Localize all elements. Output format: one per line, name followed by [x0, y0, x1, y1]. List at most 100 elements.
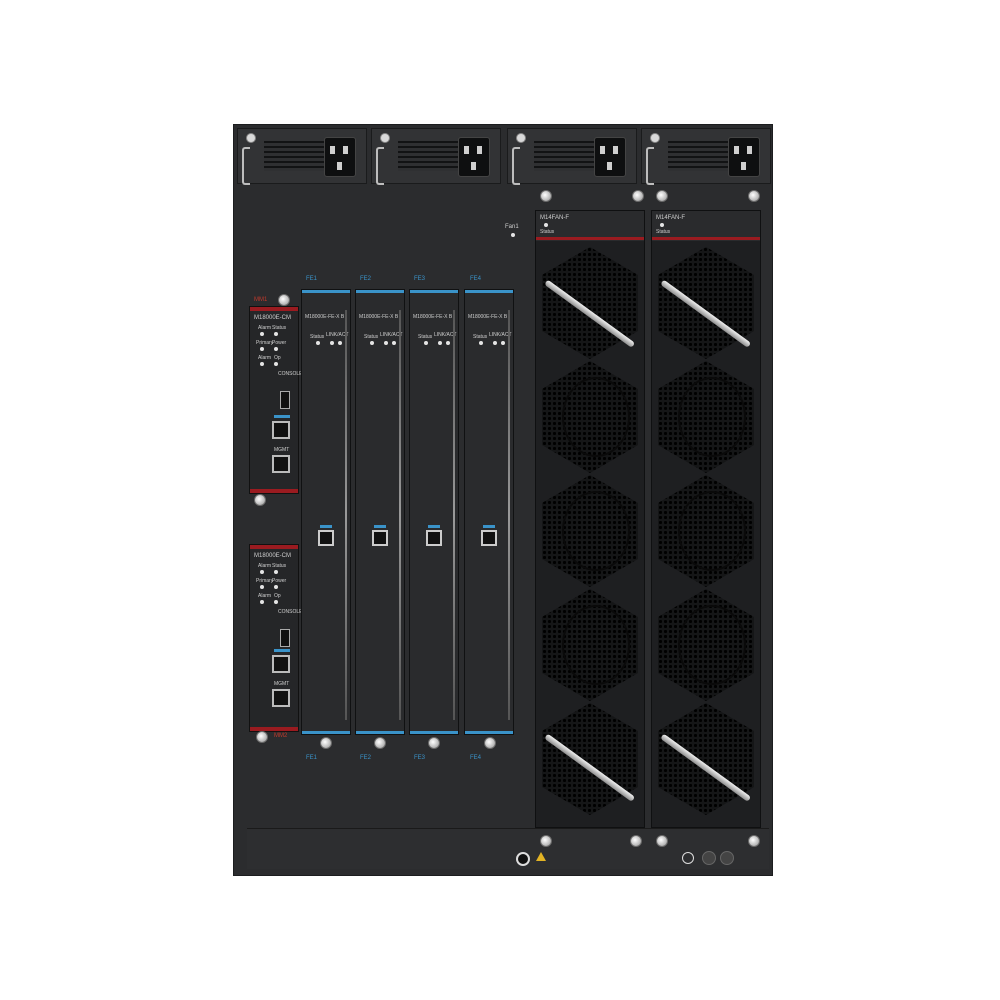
- power-socket-icon[interactable]: [594, 137, 626, 177]
- fan-grille-icon: [658, 475, 754, 587]
- fe-module-3[interactable]: M18000E-FE-X B Status LINK/ACT: [409, 289, 459, 735]
- screw-icon[interactable]: [254, 494, 266, 506]
- screw-icon[interactable]: [484, 737, 496, 749]
- console-label: CONSOLE: [278, 371, 303, 377]
- fe3-bottom-label: FE3: [414, 755, 426, 761]
- rj45-port-icon[interactable]: [318, 525, 334, 546]
- power-led: [274, 347, 278, 351]
- esd-jack-icon[interactable]: [516, 852, 530, 866]
- power-socket-icon[interactable]: [728, 137, 760, 177]
- led-label: Status: [418, 334, 433, 340]
- fan-tray-1[interactable]: M14FAN-F Status: [535, 210, 645, 828]
- alarm-led: [260, 570, 264, 574]
- cm-module-1[interactable]: M18000E-CM Alarm Status Primary Power Al…: [249, 306, 303, 494]
- psu-handle[interactable]: [242, 147, 250, 185]
- screw-icon[interactable]: [632, 190, 644, 202]
- fe4-top-label: FE4: [470, 276, 482, 282]
- led-label: Primary: [256, 340, 274, 346]
- rj45-port-icon[interactable]: [481, 525, 497, 546]
- led-label: Op: [274, 355, 281, 361]
- screw-icon[interactable]: [540, 190, 552, 202]
- psu-vent: [264, 141, 330, 171]
- mgmt-label: MGMT: [274, 681, 290, 687]
- cm-model: M18000E-CM: [254, 315, 292, 321]
- psu-vent: [534, 141, 600, 171]
- fan-model: M14FAN-F: [656, 215, 686, 221]
- screw-icon[interactable]: [278, 294, 290, 306]
- act-led: [446, 341, 450, 345]
- act-led: [338, 341, 342, 345]
- screw-icon[interactable]: [428, 737, 440, 749]
- fe-bottom-bar: [465, 731, 513, 734]
- fe-top-bar: [410, 290, 458, 293]
- screw-icon[interactable]: [374, 737, 386, 749]
- power-supply-3[interactable]: [507, 128, 637, 185]
- rj45-port-icon[interactable]: [272, 689, 290, 707]
- screw-icon: [380, 133, 390, 143]
- power-supply-4[interactable]: [641, 128, 771, 185]
- cm-bottom-bar: [250, 489, 298, 493]
- status-led: [370, 341, 374, 345]
- power-socket-icon[interactable]: [324, 137, 356, 177]
- primary-led: [260, 585, 264, 589]
- fan-grille-icon: [658, 361, 754, 473]
- fan-status-label: Status: [656, 229, 671, 235]
- fan-grille-icon: [542, 589, 638, 701]
- fe-module-2[interactable]: M18000E-FE-X B Status LINK/ACT: [355, 289, 405, 735]
- screw-icon[interactable]: [748, 190, 760, 202]
- fe-rail: [508, 310, 510, 720]
- led-label: Power: [272, 340, 287, 346]
- fan-grille-icon: [542, 361, 638, 473]
- rj45-port-icon[interactable]: [272, 655, 290, 673]
- power-supply-2[interactable]: [371, 128, 501, 185]
- fan-grille-icon: [658, 589, 754, 701]
- fan-ring: [678, 605, 746, 685]
- fe3-top-label: FE3: [414, 276, 426, 282]
- usb-port-icon[interactable]: [280, 391, 290, 409]
- fe-bottom-bar: [410, 731, 458, 734]
- fan-red-bar: [536, 237, 644, 240]
- warning-icon: [536, 852, 546, 861]
- rj45-port-icon[interactable]: [372, 525, 388, 546]
- psu-handle[interactable]: [512, 147, 520, 185]
- fan-label: Fan1: [505, 224, 519, 230]
- psu-vent: [668, 141, 734, 171]
- op-led: [274, 600, 278, 604]
- link-led: [438, 341, 442, 345]
- fan-tray-2[interactable]: M14FAN-F Status: [651, 210, 761, 828]
- screw-icon[interactable]: [656, 835, 668, 847]
- power-led: [274, 585, 278, 589]
- screw-icon[interactable]: [748, 835, 760, 847]
- cm-module-2[interactable]: M18000E-CM Alarm Status Primary Power Al…: [249, 544, 302, 732]
- screw-icon[interactable]: [320, 737, 332, 749]
- op-led: [274, 362, 278, 366]
- rj45-port-icon[interactable]: [272, 421, 290, 439]
- ground-screw-icon[interactable]: [720, 851, 734, 865]
- screw-icon[interactable]: [256, 731, 268, 743]
- status-led: [544, 223, 548, 227]
- rj45-port-icon[interactable]: [426, 525, 442, 546]
- port-indicator: [274, 415, 290, 418]
- led-label: Primary: [256, 578, 274, 584]
- fe-module-4[interactable]: M18000E-FE-X B Status LINK/ACT: [464, 289, 514, 735]
- cm-model: M18000E-CM: [254, 553, 292, 559]
- rj45-port-icon[interactable]: [272, 455, 290, 473]
- screw-icon[interactable]: [630, 835, 642, 847]
- fe-module-1[interactable]: M18000E-FE-X B Status LINK/ACT: [301, 289, 351, 735]
- fe-rail: [399, 310, 401, 720]
- psu-handle[interactable]: [646, 147, 654, 185]
- status-led: [660, 223, 664, 227]
- ground-screw-icon[interactable]: [702, 851, 716, 865]
- power-supply-1[interactable]: [237, 128, 367, 185]
- led-label: Status: [364, 334, 379, 340]
- fe2-top-label: FE2: [360, 276, 372, 282]
- screw-icon[interactable]: [540, 835, 552, 847]
- screw-icon[interactable]: [656, 190, 668, 202]
- fan-grille-icon: [542, 475, 638, 587]
- fan-red-bar: [652, 237, 760, 240]
- alarm-led: [260, 362, 264, 366]
- usb-port-icon[interactable]: [280, 629, 290, 647]
- status-led: [424, 341, 428, 345]
- psu-handle[interactable]: [376, 147, 384, 185]
- power-socket-icon[interactable]: [458, 137, 490, 177]
